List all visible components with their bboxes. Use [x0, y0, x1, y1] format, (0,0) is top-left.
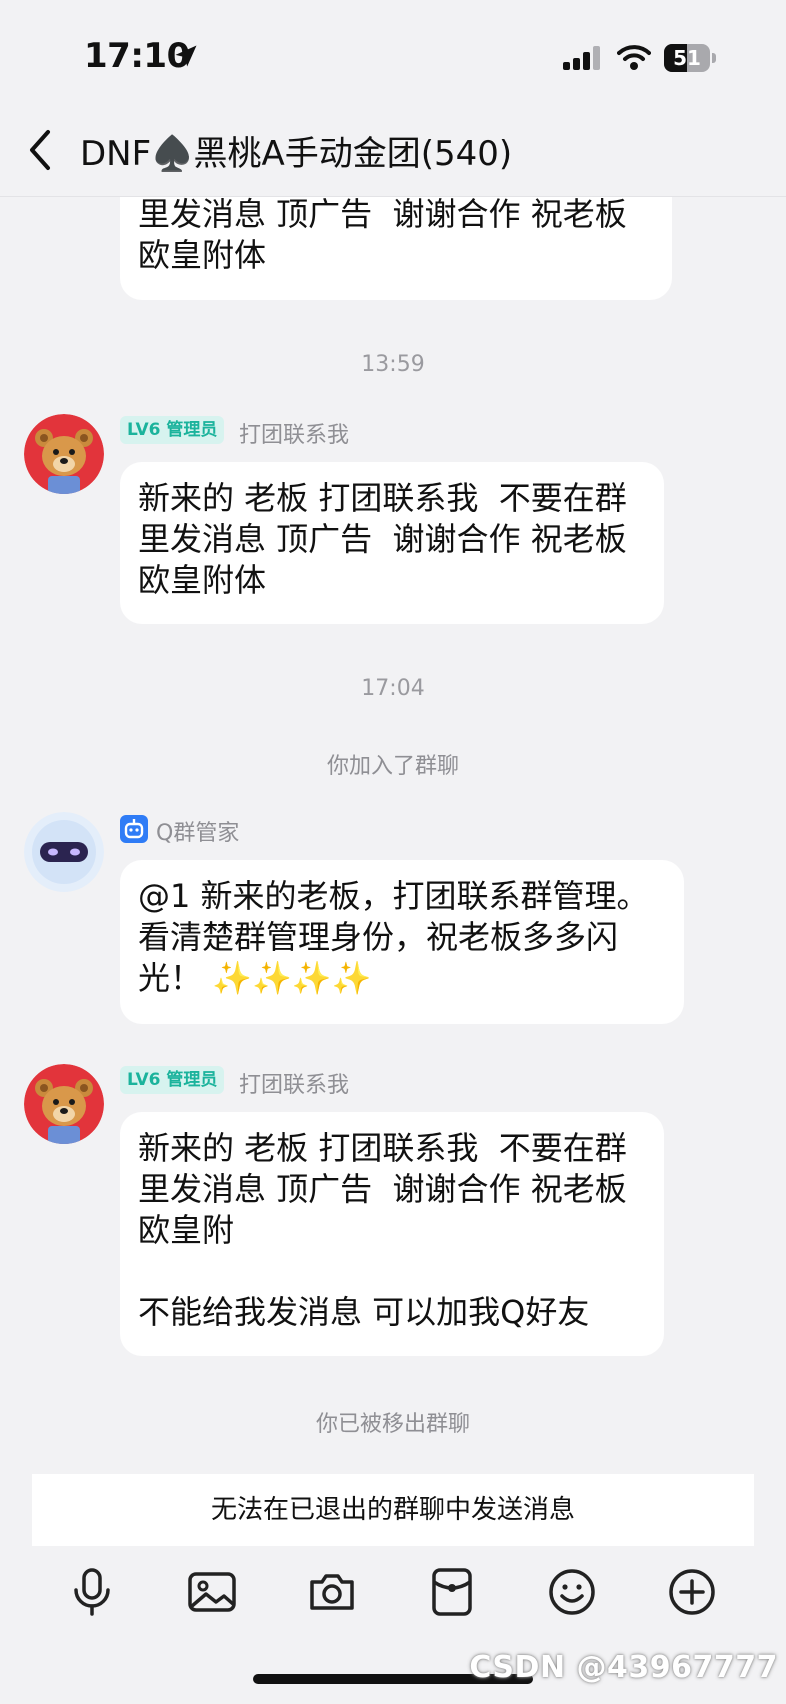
bear-avatar-icon — [24, 414, 104, 494]
message-bubble: 新来的 老板 打团联系我 不要在群 里发消息 顶广告 谢谢合作 祝老板 欧皇附 … — [120, 1112, 664, 1356]
system-message-joined: 你加入了群聊 — [326, 754, 459, 779]
chat-message-list[interactable]: 里发消息 顶广告 谢谢合作 祝老板 欧皇附体 13:59 LV6 管理员 打团联… — [0, 0, 786, 1458]
message-bubble: @1 新来的老板，打团联系群管理。 看清楚群管理身份，祝老板多多闪 光！ ✨✨✨… — [120, 860, 684, 1024]
system-message-removed: 你已被移出群聊 — [315, 1412, 470, 1437]
bear-avatar-icon — [24, 1064, 104, 1144]
sender-name[interactable]: Q群管家 — [156, 815, 239, 847]
image-icon[interactable] — [186, 1566, 238, 1618]
camera-icon[interactable] — [306, 1566, 358, 1618]
plus-icon[interactable] — [666, 1566, 718, 1618]
timestamp: 17:04 — [361, 676, 425, 701]
robot-avatar-icon — [24, 812, 104, 892]
avatar[interactable] — [24, 1064, 104, 1144]
avatar[interactable] — [24, 414, 104, 494]
message-bubble: 新来的 老板 打团联系我 不要在群 里发消息 顶广告 谢谢合作 祝老板 欧皇附体 — [120, 462, 664, 624]
sender-name[interactable]: 打团联系我 — [239, 1067, 349, 1099]
nav-bar: DNF♠️黑桃A手动金团(540) — [0, 100, 786, 197]
sender-name[interactable]: 打团联系我 — [239, 417, 349, 449]
microphone-icon[interactable] — [66, 1566, 118, 1618]
send-disabled-notice: 无法在已退出的群聊中发送消息 — [32, 1474, 754, 1546]
admin-level-badge: LV6 管理员 — [120, 1066, 225, 1094]
back-chevron-icon[interactable] — [26, 128, 56, 172]
group-chat-title[interactable]: DNF♠️黑桃A手动金团(540) — [80, 126, 512, 175]
admin-level-badge: LV6 管理员 — [120, 416, 225, 444]
watermark: CSDN @43967777 — [469, 1650, 778, 1685]
avatar[interactable] — [24, 812, 104, 892]
red-packet-icon[interactable] — [426, 1566, 478, 1618]
timestamp: 13:59 — [361, 352, 425, 377]
emoji-icon[interactable] — [546, 1566, 598, 1618]
robot-badge-icon — [120, 815, 148, 843]
